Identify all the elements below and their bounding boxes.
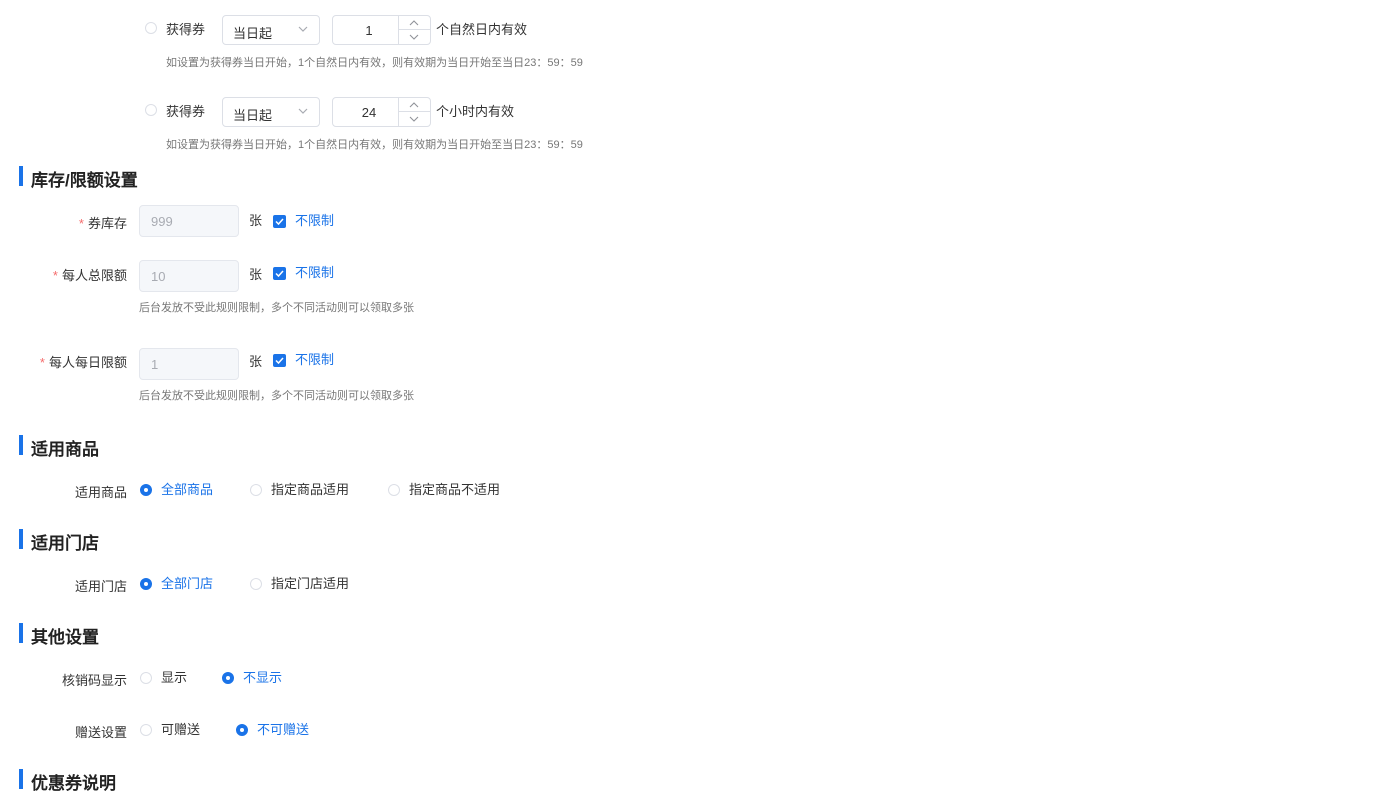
increment-button[interactable] [399,16,430,30]
total-limit-input-value: 10 [151,269,166,284]
decrement-button[interactable] [399,30,430,44]
gift-option-allow[interactable]: 可赠送 [161,722,200,738]
stock-label-text: 券库存 [87,216,127,231]
section-title-other: 其他设置 [31,628,99,647]
goods-option-exclude[interactable]: 指定商品不适用 [409,482,500,498]
goods-radio-all[interactable] [140,484,152,496]
goods-radio-include[interactable] [250,484,262,496]
goods-radio-exclude[interactable] [388,484,400,496]
section-title-stores: 适用门店 [31,534,99,553]
total-limit-label: * 每人总限额 [53,265,127,284]
daily-limit-input[interactable]: 1 [139,348,239,380]
total-limit-hint: 后台发放不受此规则限制，多个不同活动则可以领取多张 [139,302,414,314]
total-limit-unlimited-checkbox[interactable] [273,267,286,280]
total-limit-unlimited-label[interactable]: 不限制 [295,265,334,281]
gift-label: 赠送设置 [74,725,127,740]
verify-code-option-show[interactable]: 显示 [161,670,187,686]
section-title-goods: 适用商品 [31,440,99,459]
validity-radio-2[interactable] [145,104,157,116]
store-radio-all[interactable] [140,578,152,590]
verify-code-option-hide[interactable]: 不显示 [243,670,282,686]
stock-unlimited-checkbox[interactable] [273,215,286,228]
daily-limit-unlimited-checkbox[interactable] [273,354,286,367]
chevron-down-icon [409,34,419,40]
unit-label: 张 [249,267,263,282]
gift-radio-deny[interactable] [236,724,248,736]
validity-suffix-1: 个自然日内有效 [436,22,528,37]
chevron-up-icon [409,102,419,108]
check-icon [275,357,284,365]
store-option-all[interactable]: 全部门店 [161,576,213,592]
required-mark: * [52,268,58,283]
store-label: 适用门店 [74,579,127,594]
store-option-specific[interactable]: 指定门店适用 [271,576,349,592]
section-accent-bar [19,769,23,789]
validity-radio-label-1: 获得券 [166,22,206,37]
total-limit-label-text: 每人总限额 [61,268,127,283]
validity-radio-1[interactable] [145,22,157,34]
chevron-up-icon [409,20,419,26]
goods-option-all[interactable]: 全部商品 [161,482,213,498]
validity-days-stepper[interactable]: 1 [332,15,431,45]
goods-option-include[interactable]: 指定商品适用 [271,482,349,498]
select-value: 当日起 [233,26,273,41]
daily-limit-label: * 每人每日限额 [40,352,127,371]
daily-limit-hint: 后台发放不受此规则限制，多个不同活动则可以领取多张 [139,390,414,402]
daily-limit-unlimited-label[interactable]: 不限制 [295,352,334,368]
section-accent-bar [19,529,23,549]
goods-label: 适用商品 [74,485,127,500]
chevron-down-icon [298,26,308,32]
check-icon [275,270,284,278]
chevron-down-icon [298,108,308,114]
stock-unlimited-label[interactable]: 不限制 [295,213,334,229]
validity-hint-1: 如设置为获得券当日开始，1个自然日内有效，则有效期为当日开始至当日23：59：5… [166,57,583,69]
stock-input-value: 999 [151,214,173,229]
increment-button[interactable] [399,98,430,112]
section-accent-bar [19,435,23,455]
select-value: 当日起 [233,108,273,123]
validity-hint-2: 如设置为获得券当日开始，1个自然日内有效，则有效期为当日开始至当日23：59：5… [166,139,583,151]
stepper-value: 1 [365,23,373,38]
section-title-description: 优惠券说明 [31,774,116,793]
validity-radio-label-2: 获得券 [166,104,206,119]
check-icon [275,218,284,226]
section-accent-bar [19,623,23,643]
stock-input[interactable]: 999 [139,205,239,237]
verify-code-radio-show[interactable] [140,672,152,684]
daily-limit-input-value: 1 [151,357,159,372]
required-mark: * [39,355,45,370]
total-limit-input[interactable]: 10 [139,260,239,292]
validity-suffix-2: 个小时内有效 [436,104,515,119]
unit-label: 张 [249,354,263,369]
verify-code-radio-hide[interactable] [222,672,234,684]
stock-label: * 券库存 [79,213,127,232]
gift-radio-allow[interactable] [140,724,152,736]
chevron-down-icon [409,116,419,122]
validity-start-select-2[interactable]: 当日起 [222,97,320,127]
required-mark: * [78,216,84,231]
decrement-button[interactable] [399,112,430,126]
section-title-stock: 库存/限额设置 [31,171,138,190]
verify-code-label: 核销码显示 [61,673,127,688]
validity-hours-stepper[interactable]: 24 [332,97,431,127]
stepper-value: 24 [361,105,377,120]
unit-label: 张 [249,213,263,228]
store-radio-specific[interactable] [250,578,262,590]
daily-limit-label-text: 每人每日限额 [48,355,127,370]
validity-start-select-1[interactable]: 当日起 [222,15,320,45]
section-accent-bar [19,166,23,186]
gift-option-deny[interactable]: 不可赠送 [257,722,309,738]
